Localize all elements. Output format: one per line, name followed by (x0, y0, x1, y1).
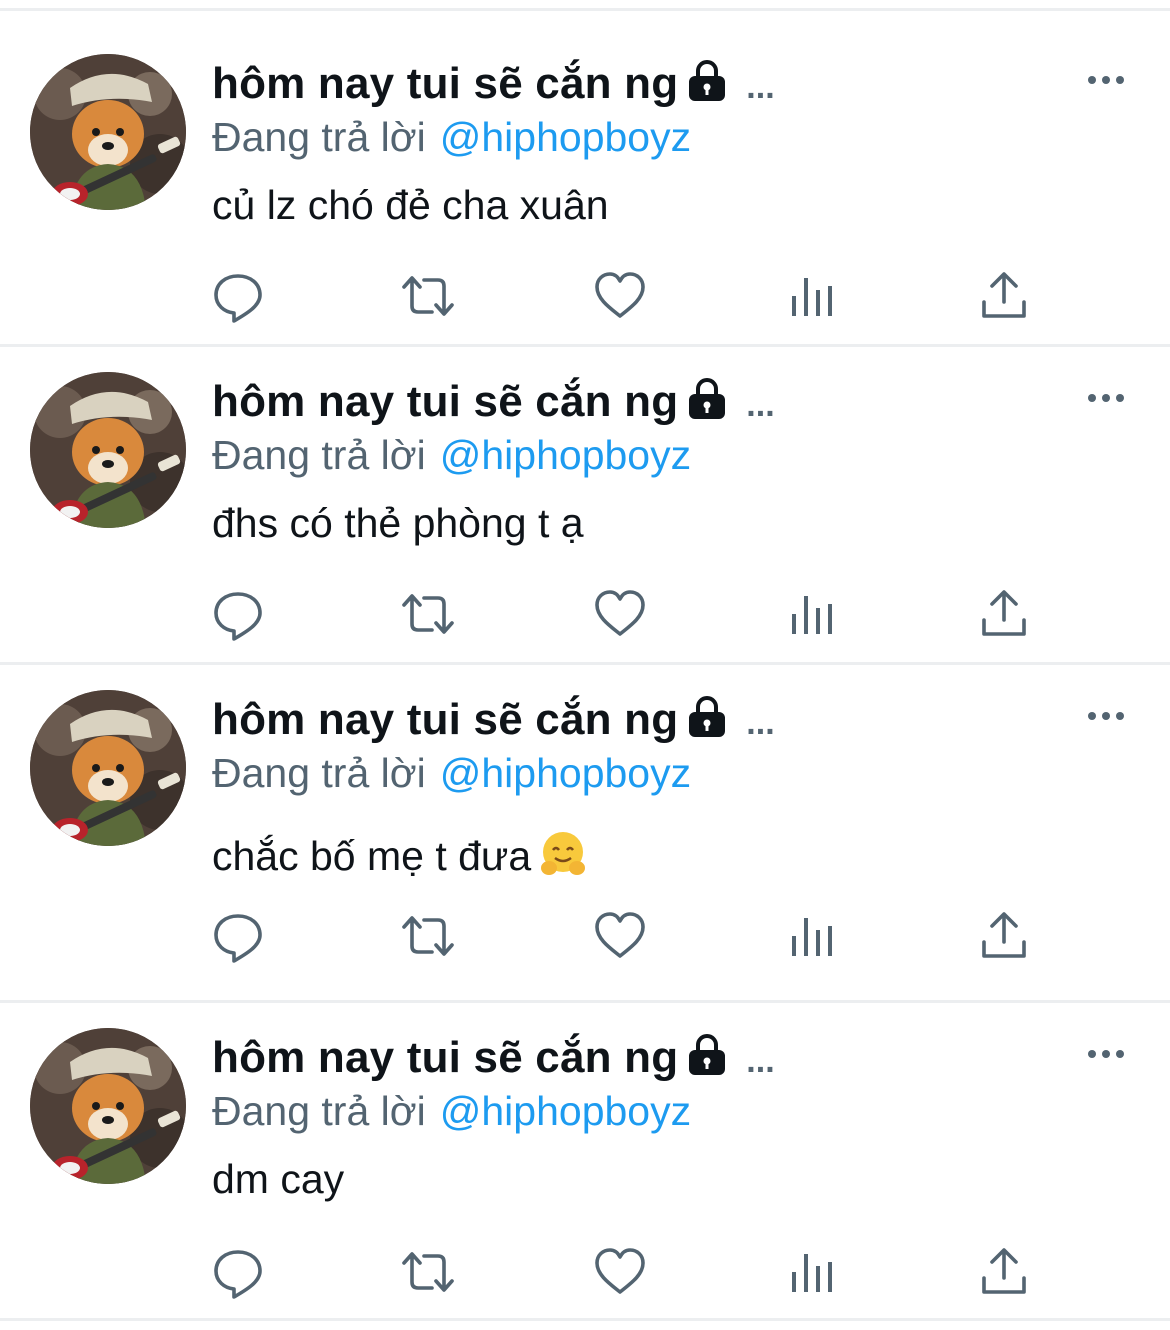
name-ellipsis: ... (746, 1041, 775, 1080)
share-button[interactable] (976, 586, 1032, 642)
hugging-face-emoji (539, 830, 587, 878)
divider-1 (0, 344, 1170, 347)
reply-prefix: Đang trả lời (212, 750, 426, 796)
reply-icon (210, 1250, 266, 1304)
display-name[interactable]: hôm nay tui sẽ cắn ng (212, 377, 678, 427)
tweet-header: hôm nay tui sẽ cắn ng ... (212, 374, 775, 430)
name-ellipsis: ... (746, 385, 775, 424)
retweet-button[interactable] (400, 908, 456, 964)
views-chart-icon (784, 1254, 840, 1304)
tweet-text: chắc bố mẹ t đưa (212, 830, 587, 880)
name-ellipsis: ... (746, 703, 775, 742)
divider-3 (0, 1000, 1170, 1003)
retweet-icon (400, 916, 456, 968)
reply-handle-link[interactable]: @hiphopboyz (440, 750, 691, 796)
tweet-header: hôm nay tui sẽ cắn ng ... (212, 692, 775, 748)
reply-button[interactable] (210, 908, 266, 964)
heart-icon (592, 1248, 648, 1304)
reply-prefix: Đang trả lời (212, 432, 426, 478)
tweet-header: hôm nay tui sẽ cắn ng ... (212, 1030, 775, 1086)
replying-to: Đang trả lời @hiphopboyz (212, 750, 691, 804)
avatar[interactable] (30, 1028, 186, 1184)
display-name[interactable]: hôm nay tui sẽ cắn ng (212, 1033, 678, 1083)
views-button[interactable] (784, 908, 840, 964)
avatar[interactable] (30, 690, 186, 846)
replying-to: Đang trả lời @hiphopboyz (212, 432, 691, 486)
views-button[interactable] (784, 586, 840, 642)
retweet-button[interactable] (400, 1244, 456, 1300)
tweet-text-content: chắc bố mẹ t đưa (212, 833, 532, 879)
share-icon (976, 912, 1032, 968)
like-button[interactable] (592, 586, 648, 642)
heart-icon (592, 912, 648, 968)
retweet-icon (400, 594, 456, 646)
reply-button[interactable] (210, 1244, 266, 1300)
tweet-actions (0, 1244, 1170, 1300)
tweet-item[interactable]: hôm nay tui sẽ cắn ng ... Đang trả lời @h… (0, 0, 1170, 1299)
more-horizontal-icon[interactable] (1086, 1044, 1126, 1064)
display-name[interactable]: hôm nay tui sẽ cắn ng (212, 695, 678, 745)
tweet-actions (0, 908, 1170, 964)
tweet-text-content: dm cay (212, 1156, 345, 1202)
reply-handle-link[interactable]: @hiphopboyz (440, 432, 691, 478)
reply-icon (210, 914, 266, 968)
share-icon (976, 590, 1032, 646)
retweet-icon (400, 1252, 456, 1304)
lock-icon (686, 695, 728, 739)
retweet-button[interactable] (400, 586, 456, 642)
more-horizontal-icon[interactable] (1086, 706, 1126, 726)
views-chart-icon (784, 918, 840, 968)
share-button[interactable] (976, 908, 1032, 964)
like-button[interactable] (592, 1244, 648, 1300)
heart-icon (592, 590, 648, 646)
views-button[interactable] (784, 1244, 840, 1300)
tweet-actions (0, 586, 1170, 642)
lock-icon (686, 377, 728, 421)
reply-handle-link[interactable]: @hiphopboyz (440, 1088, 691, 1134)
more-horizontal-icon[interactable] (1086, 388, 1126, 408)
divider-bottom (0, 1318, 1170, 1321)
tweet-text: dm cay (212, 1156, 344, 1203)
reply-button[interactable] (210, 586, 266, 642)
views-chart-icon (784, 596, 840, 646)
tweet-text-content: đhs có thẻ phòng t ạ (212, 500, 584, 546)
share-button[interactable] (976, 1244, 1032, 1300)
reply-prefix: Đang trả lời (212, 1088, 426, 1134)
divider-2 (0, 662, 1170, 665)
lock-icon (686, 1033, 728, 1077)
tweet-text: đhs có thẻ phòng t ạ (212, 500, 584, 547)
avatar[interactable] (30, 372, 186, 528)
share-icon (976, 1248, 1032, 1304)
replying-to: Đang trả lời @hiphopboyz (212, 1088, 691, 1142)
reply-icon (210, 592, 266, 646)
like-button[interactable] (592, 908, 648, 964)
